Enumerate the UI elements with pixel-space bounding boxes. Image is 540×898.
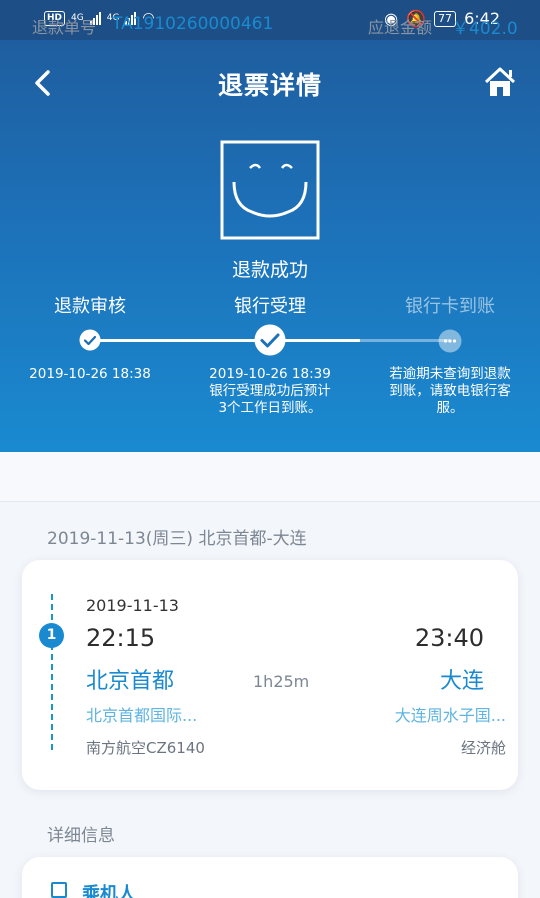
page-title: 退票详情 (217, 71, 322, 100)
smiley-face-icon (220, 140, 320, 240)
segment-number-badge: 1 (39, 623, 64, 648)
refund-result-text: 退款成功 (231, 259, 308, 281)
step-label-bank-accept: 银行受理 (234, 296, 306, 317)
step-note-bank-accept: 银行受理成功后预计3个工作日到账。 (209, 383, 331, 416)
step-note-card-arrival: 若逾期未查询到退款到账，请致电银行客服。 (389, 366, 511, 416)
refund-amount-value: ￥402.0 (452, 19, 518, 39)
trip-title: 2019-11-13(周三) 北京首都-大连 (47, 529, 307, 549)
check-icon (79, 329, 101, 351)
refund-no-label: 退款单号 (32, 18, 97, 37)
step-label-review: 退款审核 (54, 296, 126, 317)
airline-flight-no: 南方航空CZ6140 (86, 739, 205, 757)
step-info-bank-accept: 2019-10-26 18:39 银行受理成功后预计3个工作日到账。 (205, 366, 335, 417)
refund-summary-bar (0, 452, 540, 502)
passenger-label: 乘机人 (82, 884, 136, 898)
arrival-city: 大连 (439, 669, 484, 694)
departure-city: 北京首都 (86, 669, 175, 694)
progress-track-done (90, 339, 270, 342)
passenger-icon (51, 882, 67, 898)
step-time-review: 2019-10-26 18:38 (29, 366, 151, 382)
cabin-class: 经济舱 (460, 739, 506, 757)
step-time-bank-accept: 2019-10-26 18:39 (209, 366, 331, 382)
check-icon (254, 324, 286, 356)
home-icon[interactable] (482, 64, 518, 100)
timeline-line (51, 594, 54, 750)
departure-airport: 北京首都国际... (86, 706, 198, 725)
step-label-card-arrival: 银行卡到账 (405, 296, 495, 317)
refund-amount-label: 应退金额 (368, 18, 433, 37)
arrival-airport: 大连周水子国... (394, 706, 506, 725)
arrival-time: 23:40 (414, 624, 484, 652)
flight-duration: 1h25m (253, 672, 310, 691)
departure-time: 22:15 (86, 624, 156, 652)
flight-date: 2019-11-13 (86, 596, 179, 615)
details-section-title: 详细信息 (47, 826, 115, 846)
pending-dots-icon (438, 329, 462, 353)
progress-track-pending (360, 339, 450, 342)
refund-no-value: TA1910260000461 (112, 14, 274, 34)
